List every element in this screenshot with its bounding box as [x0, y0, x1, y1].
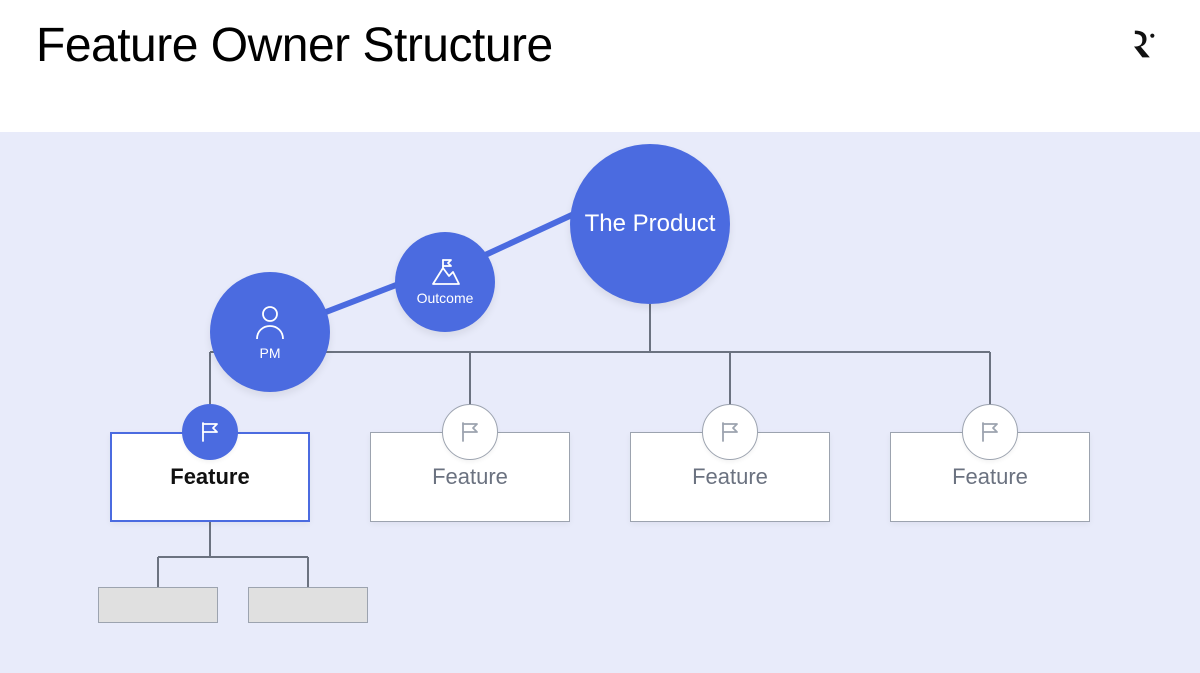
feature-label: Feature [952, 464, 1028, 490]
product-node: The Product [570, 144, 730, 304]
feature-flag-badge-1 [182, 404, 238, 460]
outcome-node: Outcome [395, 232, 495, 332]
diagram-canvas: The Product Outcome PM Feature Feature [0, 132, 1200, 673]
flag-icon [717, 419, 743, 445]
subtask-box-1 [98, 587, 218, 623]
feature-label: Feature [170, 464, 249, 490]
outcome-label: Outcome [417, 290, 474, 306]
feature-label: Feature [432, 464, 508, 490]
flag-icon [977, 419, 1003, 445]
brand-logo-icon [1124, 24, 1164, 64]
product-label: The Product [585, 210, 716, 239]
feature-label: Feature [692, 464, 768, 490]
pm-node: PM [210, 272, 330, 392]
mountain-flag-icon [429, 258, 461, 286]
subtask-box-2 [248, 587, 368, 623]
feature-flag-badge-2 [442, 404, 498, 460]
feature-flag-badge-4 [962, 404, 1018, 460]
flag-icon [197, 419, 223, 445]
person-icon [253, 303, 287, 341]
header: Feature Owner Structure [0, 0, 1200, 132]
slide: Feature Owner Structure [0, 0, 1200, 673]
feature-flag-badge-3 [702, 404, 758, 460]
pm-label: PM [260, 345, 281, 361]
page-title: Feature Owner Structure [36, 18, 553, 73]
flag-icon [457, 419, 483, 445]
